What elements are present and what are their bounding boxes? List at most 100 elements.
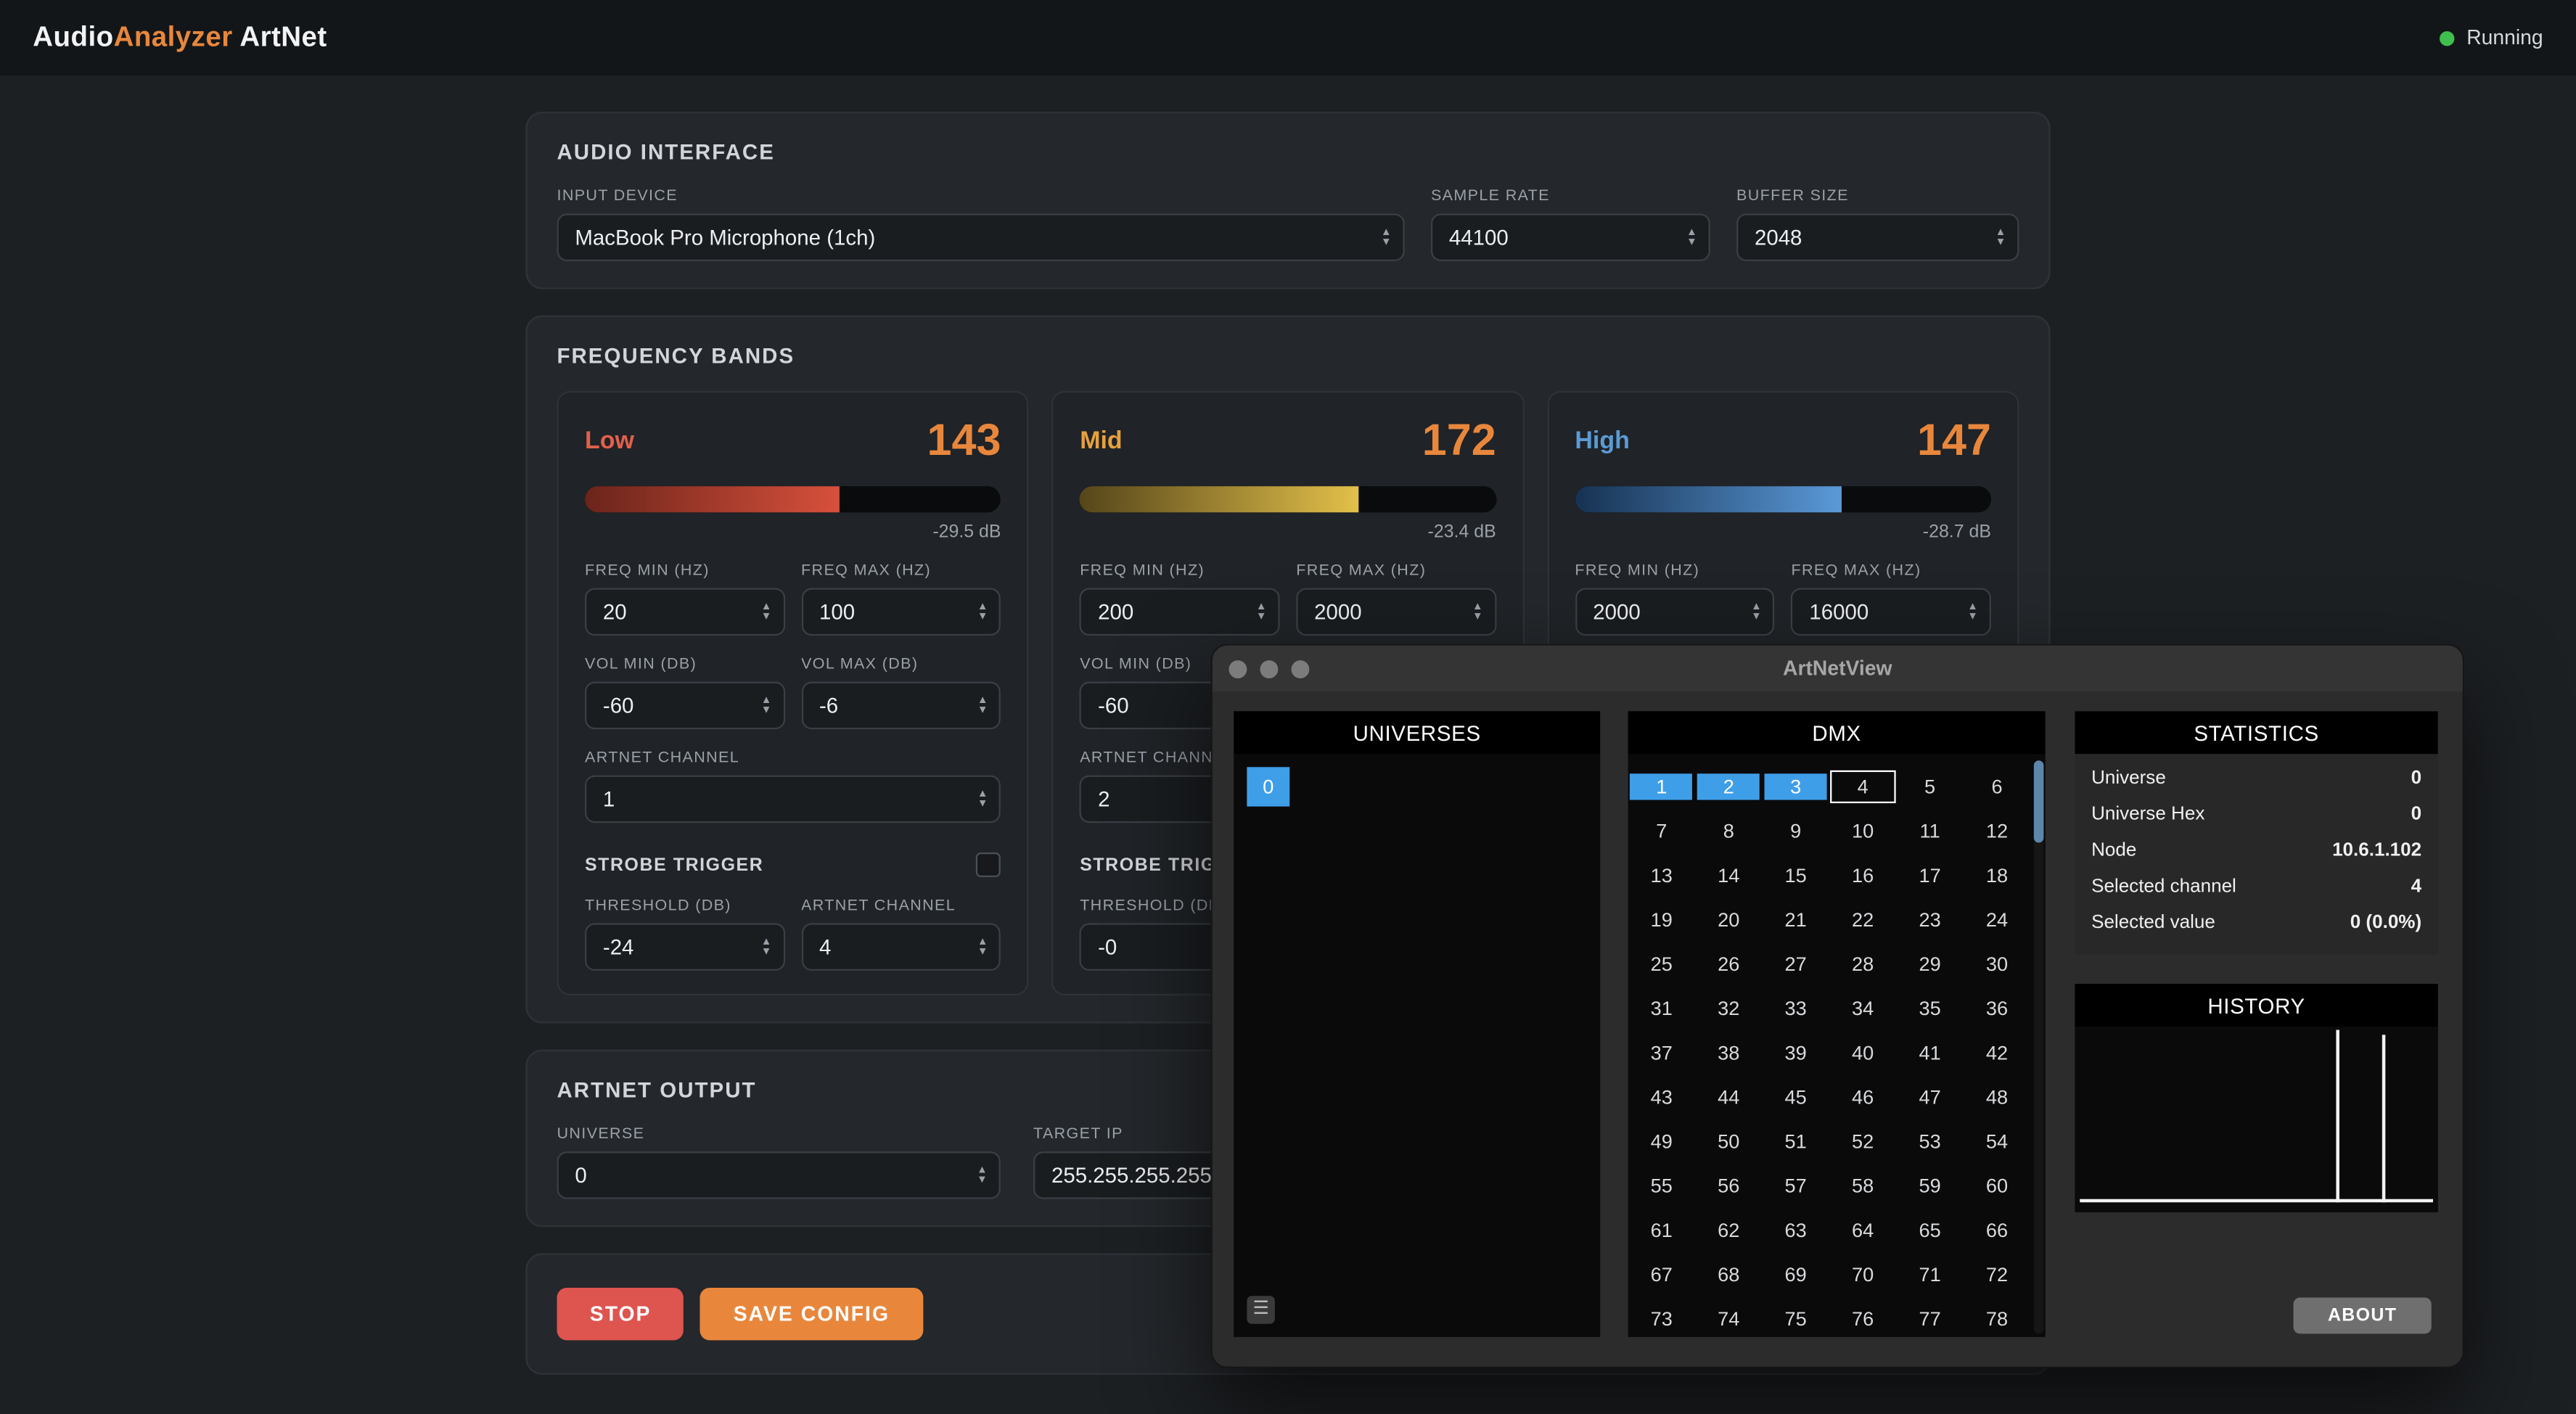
freq-min-input[interactable]: 2000▲▼ — [1575, 588, 1774, 636]
stepper-icon[interactable]: ▲▼ — [1256, 603, 1267, 621]
dmx-channel-25[interactable]: 25 — [1630, 948, 1693, 978]
dmx-channel-66[interactable]: 66 — [1966, 1214, 2028, 1244]
dmx-channel-16[interactable]: 16 — [1831, 860, 1894, 889]
dmx-channel-60[interactable]: 60 — [1966, 1170, 2028, 1200]
dmx-channel-19[interactable]: 19 — [1630, 904, 1693, 934]
dmx-channel-9[interactable]: 9 — [1765, 815, 1827, 845]
dmx-channel-2[interactable]: 2 — [1697, 773, 1760, 799]
dmx-channel-37[interactable]: 37 — [1630, 1037, 1693, 1067]
buffer-size-select[interactable]: 2048 ▲▼ — [1736, 213, 2019, 261]
dmx-channel-42[interactable]: 42 — [1966, 1037, 2028, 1067]
dmx-channel-53[interactable]: 53 — [1899, 1126, 1961, 1156]
dmx-channel-77[interactable]: 77 — [1899, 1303, 1961, 1333]
dmx-channel-18[interactable]: 18 — [1966, 860, 2028, 889]
dmx-channel-56[interactable]: 56 — [1697, 1170, 1760, 1200]
dmx-channel-75[interactable]: 75 — [1765, 1303, 1827, 1333]
dmx-channel-51[interactable]: 51 — [1765, 1126, 1827, 1156]
dmx-channel-38[interactable]: 38 — [1697, 1037, 1760, 1067]
dmx-channel-4[interactable]: 4 — [1830, 770, 1896, 802]
freq-min-input[interactable]: 200▲▼ — [1080, 588, 1279, 636]
dmx-channel-50[interactable]: 50 — [1697, 1126, 1760, 1156]
dmx-channel-6[interactable]: 6 — [1966, 771, 2028, 801]
stepper-icon[interactable]: ▲▼ — [761, 696, 772, 715]
dmx-channel-30[interactable]: 30 — [1966, 948, 2028, 978]
window-titlebar[interactable]: ArtNetView — [1213, 646, 2463, 691]
freq-max-input[interactable]: 100▲▼ — [801, 588, 1001, 636]
dmx-channel-72[interactable]: 72 — [1966, 1259, 2028, 1288]
stepper-icon[interactable]: ▲▼ — [977, 790, 988, 808]
vol-max-input[interactable]: -6▲▼ — [801, 682, 1001, 730]
sample-rate-select[interactable]: 44100 ▲▼ — [1431, 213, 1710, 261]
freq-min-input[interactable]: 20▲▼ — [585, 588, 784, 636]
dmx-channel-49[interactable]: 49 — [1630, 1126, 1693, 1156]
dmx-channel-69[interactable]: 69 — [1765, 1259, 1827, 1288]
dmx-channel-7[interactable]: 7 — [1630, 815, 1693, 845]
vol-min-input[interactable]: -60▲▼ — [585, 682, 784, 730]
dmx-channel-48[interactable]: 48 — [1966, 1082, 2028, 1111]
stepper-icon[interactable]: ▲▼ — [1472, 603, 1483, 621]
dmx-channel-17[interactable]: 17 — [1899, 860, 1961, 889]
dmx-channel-55[interactable]: 55 — [1630, 1170, 1693, 1200]
dmx-channel-76[interactable]: 76 — [1831, 1303, 1894, 1333]
dmx-channel-15[interactable]: 15 — [1765, 860, 1827, 889]
strobe-checkbox[interactable] — [977, 852, 1001, 877]
dmx-channel-44[interactable]: 44 — [1697, 1082, 1760, 1111]
dmx-channel-71[interactable]: 71 — [1899, 1259, 1961, 1288]
scrollbar-thumb[interactable] — [2034, 760, 2044, 842]
dmx-channel-64[interactable]: 64 — [1831, 1214, 1894, 1244]
stop-button[interactable]: STOP — [557, 1288, 684, 1340]
dmx-channel-11[interactable]: 11 — [1899, 815, 1961, 845]
window-close-icon[interactable] — [1228, 659, 1247, 678]
stepper-icon[interactable]: ▲▼ — [977, 603, 988, 621]
dmx-channel-12[interactable]: 12 — [1966, 815, 2028, 845]
dmx-channel-31[interactable]: 31 — [1630, 993, 1693, 1023]
dmx-channel-13[interactable]: 13 — [1630, 860, 1693, 889]
save-config-button[interactable]: SAVE CONFIG — [700, 1288, 922, 1340]
dmx-channel-39[interactable]: 39 — [1765, 1037, 1827, 1067]
stepper-icon[interactable]: ▲▼ — [761, 603, 772, 621]
dmx-channel-10[interactable]: 10 — [1831, 815, 1894, 845]
dmx-channel-26[interactable]: 26 — [1697, 948, 1760, 978]
dmx-channel-21[interactable]: 21 — [1765, 904, 1827, 934]
dmx-channel-27[interactable]: 27 — [1765, 948, 1827, 978]
dmx-channel-29[interactable]: 29 — [1899, 948, 1961, 978]
window-minimize-icon[interactable] — [1260, 659, 1278, 678]
dmx-channel-28[interactable]: 28 — [1831, 948, 1894, 978]
dmx-channel-78[interactable]: 78 — [1966, 1303, 2028, 1333]
input-device-select[interactable]: MacBook Pro Microphone (1ch) ▲▼ — [557, 213, 1404, 261]
dmx-channel-34[interactable]: 34 — [1831, 993, 1894, 1023]
list-view-icon[interactable]: ☰ — [1247, 1296, 1274, 1323]
dmx-channel-14[interactable]: 14 — [1697, 860, 1760, 889]
dmx-channel-46[interactable]: 46 — [1831, 1082, 1894, 1111]
dmx-channel-67[interactable]: 67 — [1630, 1259, 1693, 1288]
window-zoom-icon[interactable] — [1292, 659, 1310, 678]
strobe-artnet-channel-input[interactable]: 4▲▼ — [801, 923, 1001, 971]
dmx-channel-68[interactable]: 68 — [1697, 1259, 1760, 1288]
about-button[interactable]: ABOUT — [2294, 1298, 2432, 1334]
stepper-icon[interactable]: ▲▼ — [1967, 603, 1978, 621]
dmx-channel-65[interactable]: 65 — [1899, 1214, 1961, 1244]
freq-max-input[interactable]: 2000▲▼ — [1296, 588, 1496, 636]
dmx-channel-74[interactable]: 74 — [1697, 1303, 1760, 1333]
dmx-channel-33[interactable]: 33 — [1765, 993, 1827, 1023]
stepper-icon[interactable]: ▲▼ — [977, 696, 988, 715]
dmx-channel-43[interactable]: 43 — [1630, 1082, 1693, 1111]
dmx-channel-23[interactable]: 23 — [1899, 904, 1961, 934]
dmx-channel-62[interactable]: 62 — [1697, 1214, 1760, 1244]
dmx-channel-24[interactable]: 24 — [1966, 904, 2028, 934]
dmx-channel-59[interactable]: 59 — [1899, 1170, 1961, 1200]
dmx-channel-35[interactable]: 35 — [1899, 993, 1961, 1023]
stepper-icon[interactable]: ▲▼ — [977, 938, 988, 956]
dmx-channel-41[interactable]: 41 — [1899, 1037, 1961, 1067]
dmx-channel-63[interactable]: 63 — [1765, 1214, 1827, 1244]
dmx-channel-73[interactable]: 73 — [1630, 1303, 1693, 1333]
dmx-channel-1[interactable]: 1 — [1630, 773, 1693, 799]
universe-select[interactable]: 0 ▲▼ — [557, 1151, 1000, 1199]
dmx-channel-20[interactable]: 20 — [1697, 904, 1760, 934]
dmx-channel-52[interactable]: 52 — [1831, 1126, 1894, 1156]
strobe-threshold-input[interactable]: -24▲▼ — [585, 923, 784, 971]
dmx-channel-58[interactable]: 58 — [1831, 1170, 1894, 1200]
dmx-channel-8[interactable]: 8 — [1697, 815, 1760, 845]
stepper-icon[interactable]: ▲▼ — [1751, 603, 1762, 621]
dmx-channel-70[interactable]: 70 — [1831, 1259, 1894, 1288]
